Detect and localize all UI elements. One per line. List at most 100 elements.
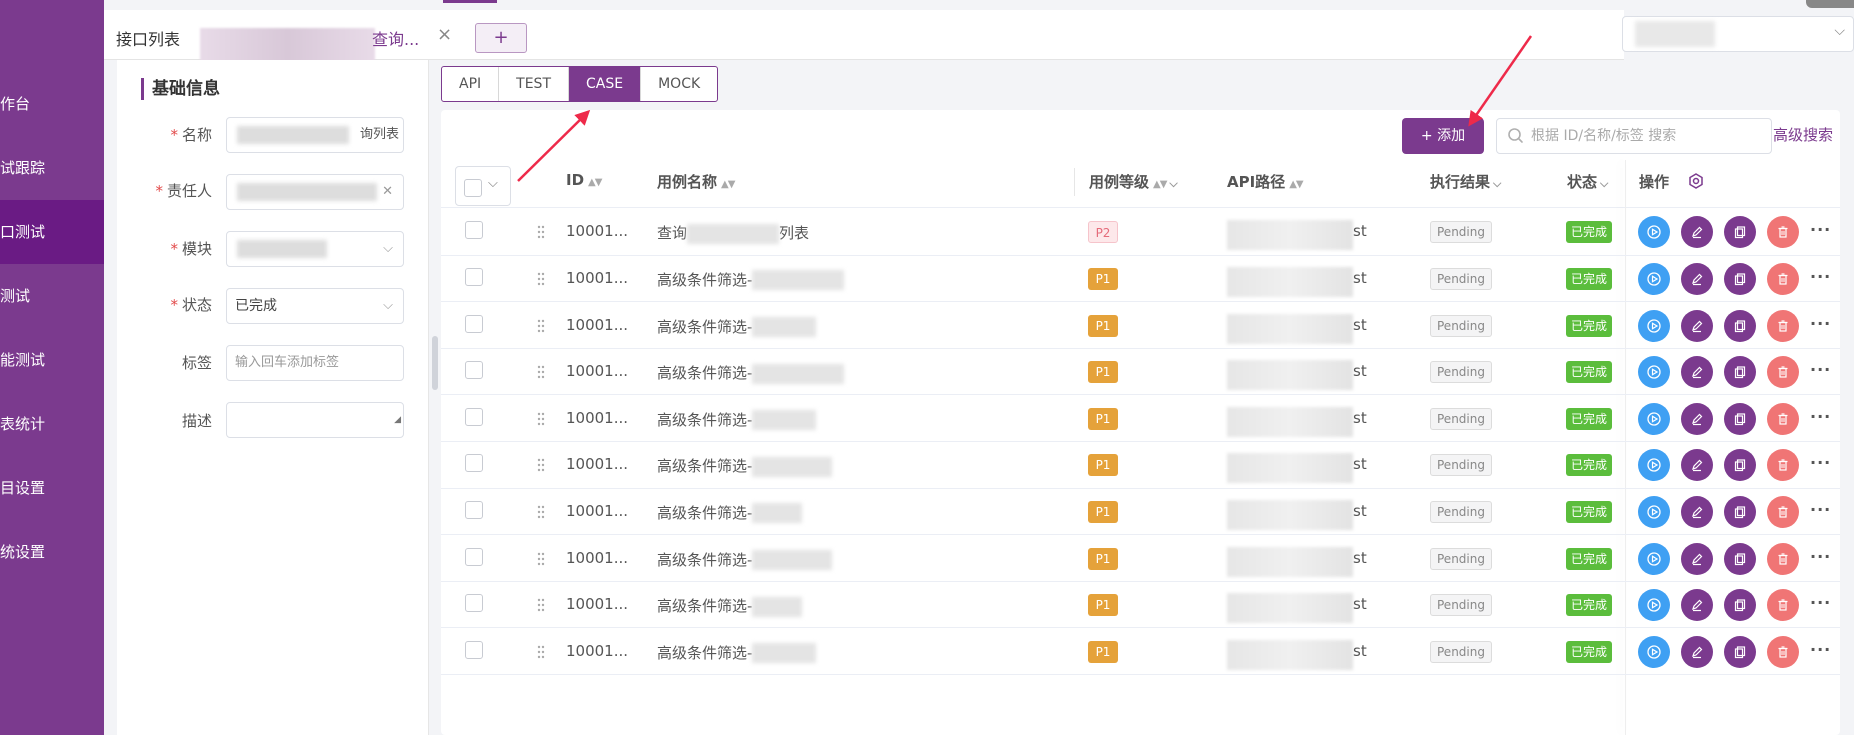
sort-icon[interactable]: ▲▼ [1289,179,1303,190]
resize-handle-icon[interactable]: ◢ [394,403,401,437]
table-row[interactable] [441,395,1840,442]
more-icon[interactable]: ··· [1810,314,1831,333]
tab-active-case[interactable]: 查询... [372,26,419,50]
row-checkbox[interactable] [465,314,483,333]
drag-handle-icon[interactable] [537,365,545,379]
more-icon[interactable]: ··· [1810,407,1831,426]
more-icon[interactable]: ··· [1810,220,1831,239]
sidebar-item-ui-test[interactable]: 测试 [0,264,104,328]
search-input[interactable]: 根据 ID/名称/标签 搜索 [1496,118,1772,154]
sidebar-item-project-settings[interactable]: 目设置 [0,456,104,520]
case-name[interactable]: 查询 列表 [657,222,809,244]
more-icon[interactable]: ··· [1810,593,1831,612]
module-select[interactable]: ⌵ [226,231,404,267]
mode-tab-mock[interactable]: MOCK [641,67,717,101]
run-button[interactable] [1638,635,1670,668]
sidebar-item-api-test[interactable]: 口测试 [0,200,104,264]
copy-button[interactable] [1724,542,1756,575]
delete-button[interactable] [1767,309,1799,342]
name-input[interactable]: 询列表 [226,117,404,153]
run-button[interactable] [1638,262,1670,295]
run-button[interactable] [1638,542,1670,575]
drag-handle-icon[interactable] [537,412,545,426]
status-select[interactable]: 已完成 ⌵ [226,288,404,324]
copy-button[interactable] [1724,589,1756,622]
row-checkbox[interactable] [465,594,483,613]
more-icon[interactable]: ··· [1810,500,1831,519]
filter-chevron-icon[interactable]: ⌵ [1169,177,1177,190]
copy-button[interactable] [1724,495,1756,528]
tab-api-list[interactable]: 接口列表 [116,26,180,50]
project-select[interactable]: ⌵ [1622,16,1854,52]
table-row[interactable] [441,302,1840,349]
row-checkbox[interactable] [465,407,483,426]
header-id[interactable]: ID ▲▼ [566,171,602,189]
drag-handle-icon[interactable] [537,458,545,472]
mode-tab-api[interactable]: API [442,67,500,101]
drag-handle-icon[interactable] [537,598,545,612]
tags-input[interactable]: 输入回车添加标签 [226,345,404,381]
row-checkbox[interactable] [465,361,483,380]
delete-button[interactable] [1767,589,1799,622]
clear-icon[interactable]: ✕ [382,175,393,209]
case-name[interactable]: 高级条件筛选- [657,642,817,664]
row-checkbox[interactable] [465,547,483,566]
drag-handle-icon[interactable] [537,272,545,286]
case-name[interactable]: 高级条件筛选- [657,362,845,384]
row-checkbox[interactable] [465,500,483,519]
row-checkbox[interactable] [465,267,483,286]
settings-icon[interactable] [1687,172,1705,190]
table-row[interactable] [441,582,1840,629]
delete-button[interactable] [1767,635,1799,668]
sidebar-item-performance-test[interactable]: 能测试 [0,328,104,392]
mode-tab-test[interactable]: TEST [499,67,569,101]
more-icon[interactable]: ··· [1810,360,1831,379]
case-name[interactable]: 高级条件筛选- [657,595,803,617]
case-name[interactable]: 高级条件筛选- [657,269,845,291]
filter-chevron-icon[interactable]: ⌵ [1493,177,1501,190]
edit-button[interactable] [1681,262,1713,295]
copy-button[interactable] [1724,309,1756,342]
sidebar-item-test-tracking[interactable]: 试跟踪 [0,136,104,200]
drag-handle-icon[interactable] [537,645,545,659]
tab-close-icon[interactable]: × [437,24,452,45]
more-icon[interactable]: ··· [1810,640,1831,659]
run-button[interactable] [1638,356,1670,389]
edit-button[interactable] [1681,542,1713,575]
header-case-name[interactable]: 用例名称 ▲▼ [657,171,735,192]
select-all-checkbox[interactable] [464,179,482,197]
table-row[interactable] [441,209,1840,256]
run-button[interactable] [1638,589,1670,622]
sidebar-item-workbench[interactable]: 作台 [0,72,104,136]
header-status[interactable]: 状态 ⌵ [1567,171,1608,192]
copy-button[interactable] [1724,635,1756,668]
more-icon[interactable]: ··· [1810,453,1831,472]
header-api-path[interactable]: API路径 ▲▼ [1227,171,1304,192]
delete-button[interactable] [1767,262,1799,295]
sort-icon[interactable]: ▲▼ [1153,179,1167,190]
edit-button[interactable] [1681,495,1713,528]
delete-button[interactable] [1767,542,1799,575]
delete-button[interactable] [1767,495,1799,528]
run-button[interactable] [1638,402,1670,435]
sort-icon[interactable]: ▲▼ [588,177,602,188]
splitter-handle[interactable] [432,336,438,390]
delete-button[interactable] [1767,402,1799,435]
drag-handle-icon[interactable] [537,225,545,239]
owner-select[interactable]: ✕ [226,174,404,210]
table-row[interactable] [441,442,1840,489]
edit-button[interactable] [1681,402,1713,435]
copy-button[interactable] [1724,402,1756,435]
table-row[interactable] [441,256,1840,303]
copy-button[interactable] [1724,356,1756,389]
edit-button[interactable] [1681,635,1713,668]
table-row[interactable] [441,628,1840,675]
drag-handle-icon[interactable] [537,552,545,566]
header-exec-result[interactable]: 执行结果 ⌵ [1430,171,1501,192]
advanced-search-link[interactable]: 高级搜索 [1773,124,1833,145]
edit-button[interactable] [1681,309,1713,342]
table-row[interactable] [441,535,1840,582]
add-tab-button[interactable]: + [475,23,527,53]
more-icon[interactable]: ··· [1810,267,1831,286]
select-all-dropdown[interactable]: ⌵ [455,166,511,206]
